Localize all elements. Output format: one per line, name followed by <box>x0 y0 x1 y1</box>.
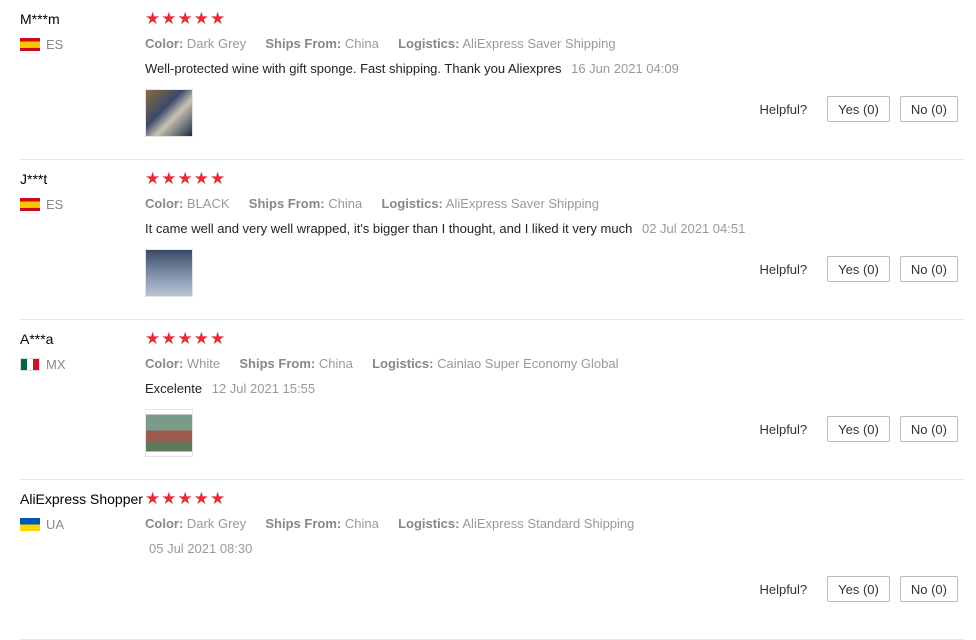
review-content: 05 Jul 2021 08:30 <box>149 541 252 556</box>
helpful-yes-button[interactable]: Yes (0) <box>827 416 890 442</box>
country-code: UA <box>46 517 65 532</box>
helpful-label: Helpful? <box>759 581 808 597</box>
helpful-yes-button[interactable]: Yes (0) <box>827 576 890 602</box>
helpful-yes-button[interactable]: Yes (0) <box>827 96 890 122</box>
color-key: Color: <box>145 196 184 211</box>
helpful-vote: Helpful? Yes (0) No (0) <box>759 96 958 122</box>
review-item: AliExpress Shopper UA ★★★★★ Color: Dark … <box>20 480 964 640</box>
reviewer-country: ES <box>20 197 63 212</box>
review-meta: Color: Dark Grey Ships From: China Logis… <box>145 516 634 531</box>
review-date: 05 Jul 2021 08:30 <box>149 541 253 556</box>
reviewer-country: UA <box>20 517 64 532</box>
ships-from-key: Ships From: <box>239 356 316 371</box>
review-date: 16 Jun 2021 04:09 <box>571 61 679 76</box>
helpful-no-button[interactable]: No (0) <box>899 576 958 602</box>
helpful-vote: Helpful? Yes (0) No (0) <box>759 416 958 442</box>
logistics-value: Cainiao Super Economy Global <box>437 356 619 371</box>
star-rating: ★★★★★ <box>145 9 227 28</box>
reviewer-country: ES <box>20 37 63 52</box>
helpful-no-button[interactable]: No (0) <box>899 96 958 122</box>
helpful-no-button[interactable]: No (0) <box>899 256 958 282</box>
ships-from-value: China <box>318 356 353 371</box>
color-value: White <box>186 356 221 371</box>
logistics-key: Logistics: <box>372 356 434 371</box>
color-key: Color: <box>145 36 184 51</box>
country-code: ES <box>46 197 64 212</box>
reviewer-name: A***a <box>20 331 54 347</box>
helpful-no-button[interactable]: No (0) <box>899 416 958 442</box>
review-item: M***m ES ★★★★★ Color: Dark Grey Ships Fr… <box>20 0 964 160</box>
color-value: Dark Grey <box>186 36 247 51</box>
country-code: MX <box>46 357 66 372</box>
review-content: Well-protected wine with gift sponge. Fa… <box>145 61 679 76</box>
ships-from-key: Ships From: <box>248 196 325 211</box>
star-rating: ★★★★★ <box>145 169 227 188</box>
logistics-key: Logistics: <box>398 36 460 51</box>
helpful-vote: Helpful? Yes (0) No (0) <box>759 576 958 602</box>
logistics-value: AliExpress Saver Shipping <box>445 196 599 211</box>
ships-from-key: Ships From: <box>265 516 342 531</box>
flag-ua-icon <box>20 518 40 531</box>
review-photo-thumbnail[interactable] <box>145 89 193 137</box>
review-item: A***a MX ★★★★★ Color: White Ships From: … <box>20 320 964 480</box>
logistics-key: Logistics: <box>381 196 443 211</box>
ships-from-value: China <box>344 36 379 51</box>
helpful-label: Helpful? <box>759 261 808 277</box>
review-text: Excelente <box>145 381 203 396</box>
reviewer-name: J***t <box>20 171 48 187</box>
color-value: Dark Grey <box>186 516 247 531</box>
color-key: Color: <box>145 356 184 371</box>
reviewer-name: M***m <box>20 11 60 27</box>
flag-es-icon <box>20 198 40 211</box>
flag-es-icon <box>20 38 40 51</box>
logistics-value: AliExpress Saver Shipping <box>462 36 616 51</box>
helpful-label: Helpful? <box>759 421 808 437</box>
reviewer-name: AliExpress Shopper <box>20 491 143 507</box>
review-date: 12 Jul 2021 15:55 <box>211 381 316 396</box>
reviewer-country: MX <box>20 357 66 372</box>
review-meta: Color: Dark Grey Ships From: China Logis… <box>145 36 616 51</box>
logistics-value: AliExpress Standard Shipping <box>462 516 635 531</box>
review-meta: Color: BLACK Ships From: China Logistics… <box>145 196 599 211</box>
flag-mx-icon <box>20 358 40 371</box>
review-content: It came well and very well wrapped, it's… <box>145 221 745 236</box>
review-date: 02 Jul 2021 04:51 <box>641 221 746 236</box>
star-rating: ★★★★★ <box>145 489 227 508</box>
logistics-key: Logistics: <box>398 516 460 531</box>
review-meta: Color: White Ships From: China Logistics… <box>145 356 619 371</box>
color-value: BLACK <box>186 196 230 211</box>
review-text: It came well and very well wrapped, it's… <box>145 221 633 236</box>
review-item: J***t ES ★★★★★ Color: BLACK Ships From: … <box>20 160 964 320</box>
helpful-yes-button[interactable]: Yes (0) <box>827 256 890 282</box>
review-photo-thumbnail[interactable] <box>145 409 193 457</box>
ships-from-key: Ships From: <box>265 36 342 51</box>
helpful-label: Helpful? <box>759 101 808 117</box>
color-key: Color: <box>145 516 184 531</box>
helpful-vote: Helpful? Yes (0) No (0) <box>759 256 958 282</box>
ships-from-value: China <box>328 196 363 211</box>
ships-from-value: China <box>344 516 379 531</box>
country-code: ES <box>46 37 64 52</box>
review-photo-thumbnail[interactable] <box>145 249 193 297</box>
review-text: Well-protected wine with gift sponge. Fa… <box>145 61 562 76</box>
star-rating: ★★★★★ <box>145 329 227 348</box>
review-content: Excelente 12 Jul 2021 15:55 <box>145 381 315 396</box>
